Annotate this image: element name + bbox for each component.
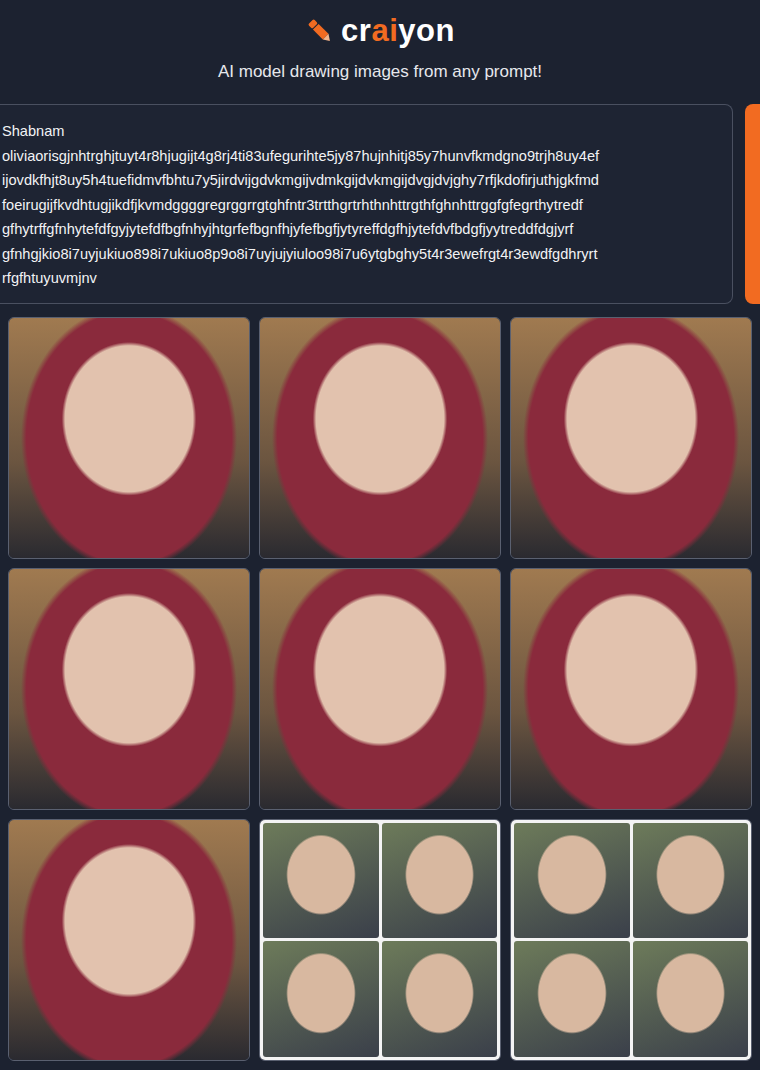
- prompt-row: Shabnamoliviaorisgjnhtrghjtuyt4r8hjugijt…: [0, 104, 760, 304]
- subtitle: AI model drawing images from any prompt!: [218, 62, 542, 82]
- result-image[interactable]: [259, 317, 501, 559]
- logo[interactable]: craiyon: [305, 10, 455, 52]
- result-image[interactable]: [510, 819, 752, 1061]
- logo-part: yon: [398, 13, 455, 48]
- photo: [9, 318, 249, 558]
- logo-part: cr: [341, 13, 371, 48]
- prompt-line: ijovdkfhjt8uy5h4tuefidmvfbhtu7y5jirdvijg…: [2, 168, 732, 193]
- results-grid: [0, 304, 760, 1061]
- result-image[interactable]: [259, 568, 501, 810]
- photo: [511, 569, 751, 809]
- prompt-line: gfnhgjkio8i7uyjukiuo898i7ukiuo8p9o8i7uyj…: [2, 242, 732, 267]
- pencil-icon: [305, 16, 335, 46]
- prompt-line: oliviaorisgjnhtrghjtuyt4r8hjugijt4g8rj4t…: [2, 144, 732, 169]
- photo: [9, 820, 249, 1060]
- prompt-line: rfgfhtuyuvmjnv: [2, 266, 732, 291]
- logo-text: craiyon: [341, 13, 455, 49]
- collage-cell: [382, 941, 498, 1057]
- result-image[interactable]: [8, 568, 250, 810]
- photo: [511, 318, 751, 558]
- collage: [511, 820, 751, 1060]
- result-image[interactable]: [8, 317, 250, 559]
- prompt-line: foeirugijfkvdhtugjikdfjkvmdggggregrggrrg…: [2, 193, 732, 218]
- collage: [260, 820, 500, 1060]
- prompt-input[interactable]: Shabnamoliviaorisgjnhtrghjtuyt4r8hjugijt…: [0, 104, 733, 304]
- collage-cell: [633, 941, 749, 1057]
- collage-cell: [633, 823, 749, 939]
- logo-part: ai: [371, 13, 398, 48]
- collage-cell: [382, 823, 498, 939]
- prompt-line: Shabnam: [2, 119, 732, 144]
- result-image[interactable]: [510, 568, 752, 810]
- result-image[interactable]: [510, 317, 752, 559]
- collage-cell: [263, 941, 379, 1057]
- draw-button[interactable]: [745, 104, 760, 304]
- result-image[interactable]: [259, 819, 501, 1061]
- collage-cell: [263, 823, 379, 939]
- photo: [9, 569, 249, 809]
- header: craiyon AI model drawing images from any …: [0, 0, 760, 82]
- collage-cell: [514, 823, 630, 939]
- collage-cell: [514, 941, 630, 1057]
- photo: [260, 318, 500, 558]
- photo: [260, 569, 500, 809]
- prompt-line: gfhytrffgfnhytefdfgyjytefdfbgfnhyjhtgrfe…: [2, 217, 732, 242]
- result-image[interactable]: [8, 819, 250, 1061]
